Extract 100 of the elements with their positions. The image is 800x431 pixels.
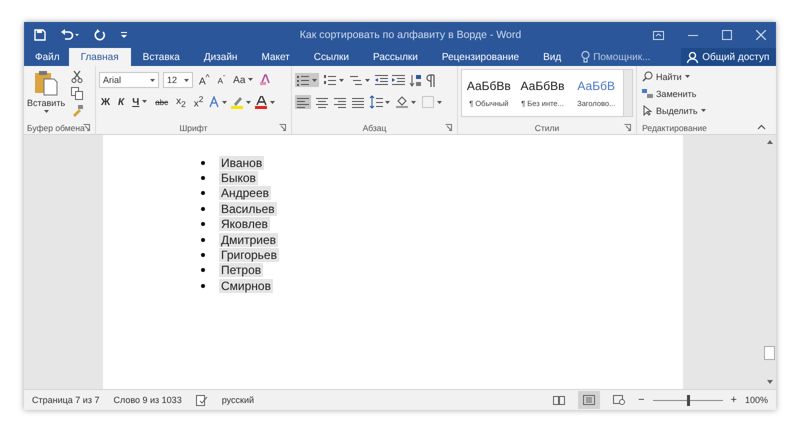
print-layout-button[interactable]	[578, 391, 600, 409]
caret-icon	[184, 78, 189, 82]
caret-icon	[248, 78, 254, 82]
font-size-field[interactable]: 12	[163, 72, 193, 88]
page-icon	[583, 395, 596, 405]
highlighter-icon[interactable]	[231, 96, 252, 108]
group-label: Редактирование	[642, 122, 707, 132]
bullet-icon	[201, 191, 205, 196]
share-button[interactable]: Общий доступ	[681, 48, 776, 66]
list-item-text: Смирнов	[219, 278, 273, 293]
caret-icon	[150, 78, 155, 82]
customize-icon[interactable]	[120, 31, 128, 39]
ribbon-tab[interactable]: Вид	[531, 48, 574, 66]
italic-button[interactable]: К	[116, 96, 126, 108]
close-icon[interactable]	[756, 30, 766, 40]
list-item-text: Григорьев	[219, 248, 279, 262]
zoom-in-button[interactable]: +	[730, 394, 737, 406]
strikethrough-button[interactable]: abc	[153, 98, 170, 106]
list-item-text: Яковлев	[219, 217, 270, 232]
ribbon-tab[interactable]: Рассылки	[360, 48, 430, 66]
paste-button[interactable]: Вставить	[27, 70, 66, 121]
language-label[interactable]: русский	[222, 395, 254, 405]
bullet-icon	[201, 206, 205, 211]
ribbon-tab[interactable]: Ссылки	[302, 48, 361, 66]
zoom-level[interactable]: 100%	[744, 395, 768, 405]
change-case-button[interactable]: Aa	[231, 74, 256, 86]
bullet-icon	[201, 268, 205, 272]
tell-me-field[interactable]: Помощник...	[581, 48, 664, 66]
ribbon-tab[interactable]: Файл	[26, 48, 69, 66]
font-color-icon[interactable]	[255, 96, 276, 108]
select-button[interactable]: Выделить	[640, 103, 709, 118]
find-button[interactable]: Найти	[640, 69, 709, 84]
ribbon-tab[interactable]: Макет	[249, 48, 302, 66]
caret-icon	[684, 75, 690, 78]
scroll-thumb[interactable]	[764, 346, 775, 360]
vertical-scroll-bar[interactable]	[763, 135, 776, 389]
group-label: Стили	[534, 122, 560, 132]
maximize-icon[interactable]	[722, 30, 732, 40]
list-item-text: Петров	[219, 263, 264, 278]
scissors-icon[interactable]	[71, 70, 84, 83]
collapse-ribbon-icon[interactable]	[757, 124, 766, 130]
line-spacing-icon[interactable]	[369, 95, 391, 109]
dialog-launcher-icon[interactable]	[624, 124, 631, 131]
ribbon-tab[interactable]: Рецензирование	[430, 48, 532, 66]
ribbon-tab[interactable]: Вставка	[130, 48, 192, 66]
redo-icon[interactable]	[94, 29, 106, 41]
dialog-launcher-icon[interactable]	[445, 124, 452, 131]
bullet-icon	[201, 176, 205, 180]
scroll-down-icon[interactable]	[766, 378, 774, 386]
proofing-icon[interactable]	[196, 394, 208, 406]
zoom-out-button[interactable]: −	[638, 394, 645, 406]
bold-button[interactable]: Ж	[99, 96, 112, 108]
borders-icon[interactable]	[421, 95, 443, 109]
caret-icon	[700, 109, 706, 112]
shrink-font-button[interactable]: A$^{ˇ}$	[216, 74, 228, 86]
sort-icon[interactable]	[409, 74, 422, 86]
cursor-icon	[642, 105, 653, 116]
ribbon-options-icon[interactable]	[653, 30, 664, 40]
clear-format-icon[interactable]	[259, 74, 272, 86]
subscript-button[interactable]: x$_{2}$	[174, 96, 188, 108]
list-item-text: Дмитриев	[219, 232, 278, 247]
lightbulb-icon	[581, 51, 590, 63]
list-item-text: Андреев	[219, 186, 272, 200]
undo-icon[interactable]	[60, 29, 80, 41]
ribbon-tab[interactable]: Главная	[68, 48, 131, 66]
text-effects-icon[interactable]	[209, 96, 228, 108]
justify-icon[interactable]	[351, 95, 365, 109]
numbering-icon[interactable]	[323, 73, 345, 87]
grow-font-button[interactable]: A$^{^}$	[197, 72, 212, 88]
underline-button[interactable]: Ч	[130, 96, 150, 108]
gallery-scroll-bar[interactable]	[623, 70, 632, 116]
multilevel-list-icon[interactable]	[349, 73, 371, 87]
decrease-indent-icon[interactable]	[375, 74, 388, 86]
person-icon	[687, 52, 698, 62]
align-right-icon[interactable]	[333, 95, 347, 109]
save-icon[interactable]	[34, 29, 46, 41]
pilcrow-icon[interactable]	[426, 74, 436, 86]
copy-icon[interactable]	[71, 87, 84, 100]
dialog-launcher-icon[interactable]	[83, 124, 90, 131]
list-item-text: Быков	[219, 171, 258, 186]
page-count[interactable]: Страница 7 из 7	[32, 395, 100, 405]
increase-indent-icon[interactable]	[392, 74, 405, 86]
window-title: Как сортировать по алфавиту в Ворде - Word	[298, 29, 522, 41]
bullet-icon	[201, 222, 205, 226]
shading-icon[interactable]	[395, 95, 417, 109]
replace-button[interactable]: Заменить	[640, 86, 709, 101]
dialog-launcher-icon[interactable]	[279, 124, 286, 131]
bullet-icon	[201, 253, 205, 258]
group-label: Абзац	[362, 122, 386, 132]
caret-icon	[142, 100, 148, 104]
ribbon-tab[interactable]: Дизайн	[192, 48, 250, 66]
bullets-icon[interactable]	[295, 73, 319, 87]
font-name-field[interactable]: Arial	[99, 72, 159, 88]
book-icon	[553, 395, 566, 405]
word-count[interactable]: Слово 9 из 1033	[113, 395, 182, 405]
align-left-icon[interactable]	[295, 95, 311, 109]
brush-icon[interactable]	[71, 104, 84, 117]
align-center-icon[interactable]	[315, 95, 329, 109]
scroll-up-icon[interactable]	[766, 138, 774, 146]
superscript-button[interactable]: x$^{2}$	[192, 94, 206, 110]
